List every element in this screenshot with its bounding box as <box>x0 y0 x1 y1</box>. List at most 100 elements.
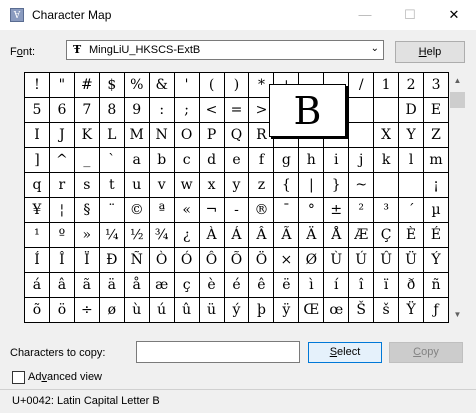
character-cell[interactable]: 6 <box>49 98 75 123</box>
character-cell[interactable]: I <box>25 123 50 148</box>
character-cell[interactable]: û <box>174 298 200 323</box>
character-cell[interactable]: D <box>399 98 425 123</box>
character-cell[interactable]: » <box>74 223 100 248</box>
character-cell[interactable]: M <box>124 123 150 148</box>
character-cell[interactable]: ¯ <box>274 198 300 223</box>
character-cell[interactable]: ² <box>349 198 375 223</box>
character-cell[interactable]: ¦ <box>49 198 75 223</box>
character-cell[interactable]: 7 <box>74 98 100 123</box>
copy-button[interactable]: Copy <box>389 342 463 363</box>
character-cell[interactable]: ö <box>49 298 75 323</box>
character-cell[interactable] <box>374 173 400 198</box>
character-cell[interactable]: § <box>74 198 100 223</box>
character-cell[interactable]: g <box>274 148 300 173</box>
character-cell[interactable]: ì <box>299 273 325 298</box>
character-cell[interactable]: 3 <box>424 73 449 98</box>
character-cell[interactable]: c <box>174 148 200 173</box>
character-cell[interactable]: Í <box>25 248 50 273</box>
character-cell[interactable]: l <box>399 148 425 173</box>
character-cell[interactable]: / <box>349 73 375 98</box>
character-cell[interactable]: Z <box>424 123 449 148</box>
character-cell[interactable]: " <box>49 73 75 98</box>
character-cell[interactable]: Ï <box>74 248 100 273</box>
character-cell[interactable]: Ô <box>199 248 225 273</box>
character-cell[interactable]: ½ <box>124 223 150 248</box>
character-cell[interactable]: K <box>74 123 100 148</box>
character-cell[interactable]: O <box>174 123 200 148</box>
character-cell[interactable]: ; <box>174 98 200 123</box>
character-cell[interactable]: ´ <box>399 198 425 223</box>
character-cell[interactable]: ¬ <box>199 198 225 223</box>
character-cell[interactable]: z <box>249 173 275 198</box>
character-cell[interactable]: ¨ <box>99 198 125 223</box>
character-cell[interactable]: ® <box>249 198 275 223</box>
character-cell[interactable]: ¡ <box>424 173 449 198</box>
characters-to-copy-input[interactable] <box>136 341 300 363</box>
character-cell[interactable]: ÷ <box>74 298 100 323</box>
character-cell[interactable]: 5 <box>25 98 50 123</box>
character-cell[interactable]: ' <box>174 73 200 98</box>
character-cell[interactable]: 8 <box>99 98 125 123</box>
character-cell[interactable]: t <box>99 173 125 198</box>
character-cell[interactable]: Ø <box>299 248 325 273</box>
character-cell[interactable]: ð <box>399 273 425 298</box>
character-cell[interactable]: í <box>324 273 350 298</box>
chevron-down-icon[interactable]: ⌄ <box>371 43 379 54</box>
character-cell[interactable]: x <box>199 173 225 198</box>
character-cell[interactable]: á <box>25 273 50 298</box>
character-cell[interactable]: - <box>224 198 250 223</box>
character-cell[interactable]: } <box>324 173 350 198</box>
character-cell[interactable]: J <box>49 123 75 148</box>
character-cell[interactable]: Ò <box>149 248 175 273</box>
character-cell[interactable]: × <box>274 248 300 273</box>
character-cell[interactable]: Â <box>249 223 275 248</box>
character-cell[interactable]: È <box>399 223 425 248</box>
character-cell[interactable]: µ <box>424 198 449 223</box>
maximize-button[interactable]: ☐ <box>388 0 432 30</box>
character-cell[interactable]: ä <box>99 273 125 298</box>
character-cell[interactable]: Ü <box>399 248 425 273</box>
character-cell[interactable]: Ù <box>324 248 350 273</box>
character-cell[interactable]: Ö <box>249 248 275 273</box>
grid-scrollbar[interactable]: ▲ ▼ <box>449 72 466 323</box>
character-cell[interactable]: ê <box>249 273 275 298</box>
character-cell[interactable]: { <box>274 173 300 198</box>
character-cell[interactable]: N <box>149 123 175 148</box>
character-cell[interactable]: ü <box>199 298 225 323</box>
character-cell[interactable]: ã <box>74 273 100 298</box>
character-cell[interactable]: Û <box>374 248 400 273</box>
character-cell[interactable] <box>349 98 375 123</box>
scroll-thumb[interactable] <box>450 92 465 108</box>
character-cell[interactable]: 9 <box>124 98 150 123</box>
character-cell[interactable]: Ý <box>424 248 449 273</box>
character-cell[interactable]: a <box>124 148 150 173</box>
character-cell[interactable]: ` <box>99 148 125 173</box>
select-button[interactable]: Select <box>308 342 382 363</box>
character-cell[interactable]: 2 <box>399 73 425 98</box>
character-cell[interactable]: Î <box>49 248 75 273</box>
character-cell[interactable]: q <box>25 173 50 198</box>
character-cell[interactable]: | <box>299 173 325 198</box>
character-cell[interactable]: æ <box>149 273 175 298</box>
character-cell[interactable]: = <box>224 98 250 123</box>
character-cell[interactable]: Æ <box>349 223 375 248</box>
character-cell[interactable]: : <box>149 98 175 123</box>
character-cell[interactable]: k <box>374 148 400 173</box>
character-cell[interactable]: Ÿ <box>399 298 425 323</box>
character-cell[interactable]: w <box>174 173 200 198</box>
character-cell[interactable]: ù <box>124 298 150 323</box>
character-cell[interactable] <box>349 123 375 148</box>
character-cell[interactable]: ¹ <box>25 223 50 248</box>
character-cell[interactable]: ý <box>224 298 250 323</box>
character-cell[interactable]: y <box>224 173 250 198</box>
character-cell[interactable]: 1 <box>374 73 400 98</box>
character-cell[interactable]: < <box>199 98 225 123</box>
character-cell[interactable]: ^ <box>49 148 75 173</box>
character-cell[interactable]: Ñ <box>124 248 150 273</box>
character-cell[interactable]: P <box>199 123 225 148</box>
character-cell[interactable]: å <box>124 273 150 298</box>
close-button[interactable]: ✕ <box>432 0 476 30</box>
character-cell[interactable]: Q <box>224 123 250 148</box>
character-cell[interactable]: $ <box>99 73 125 98</box>
advanced-view-label[interactable]: Advanced view <box>28 371 102 383</box>
